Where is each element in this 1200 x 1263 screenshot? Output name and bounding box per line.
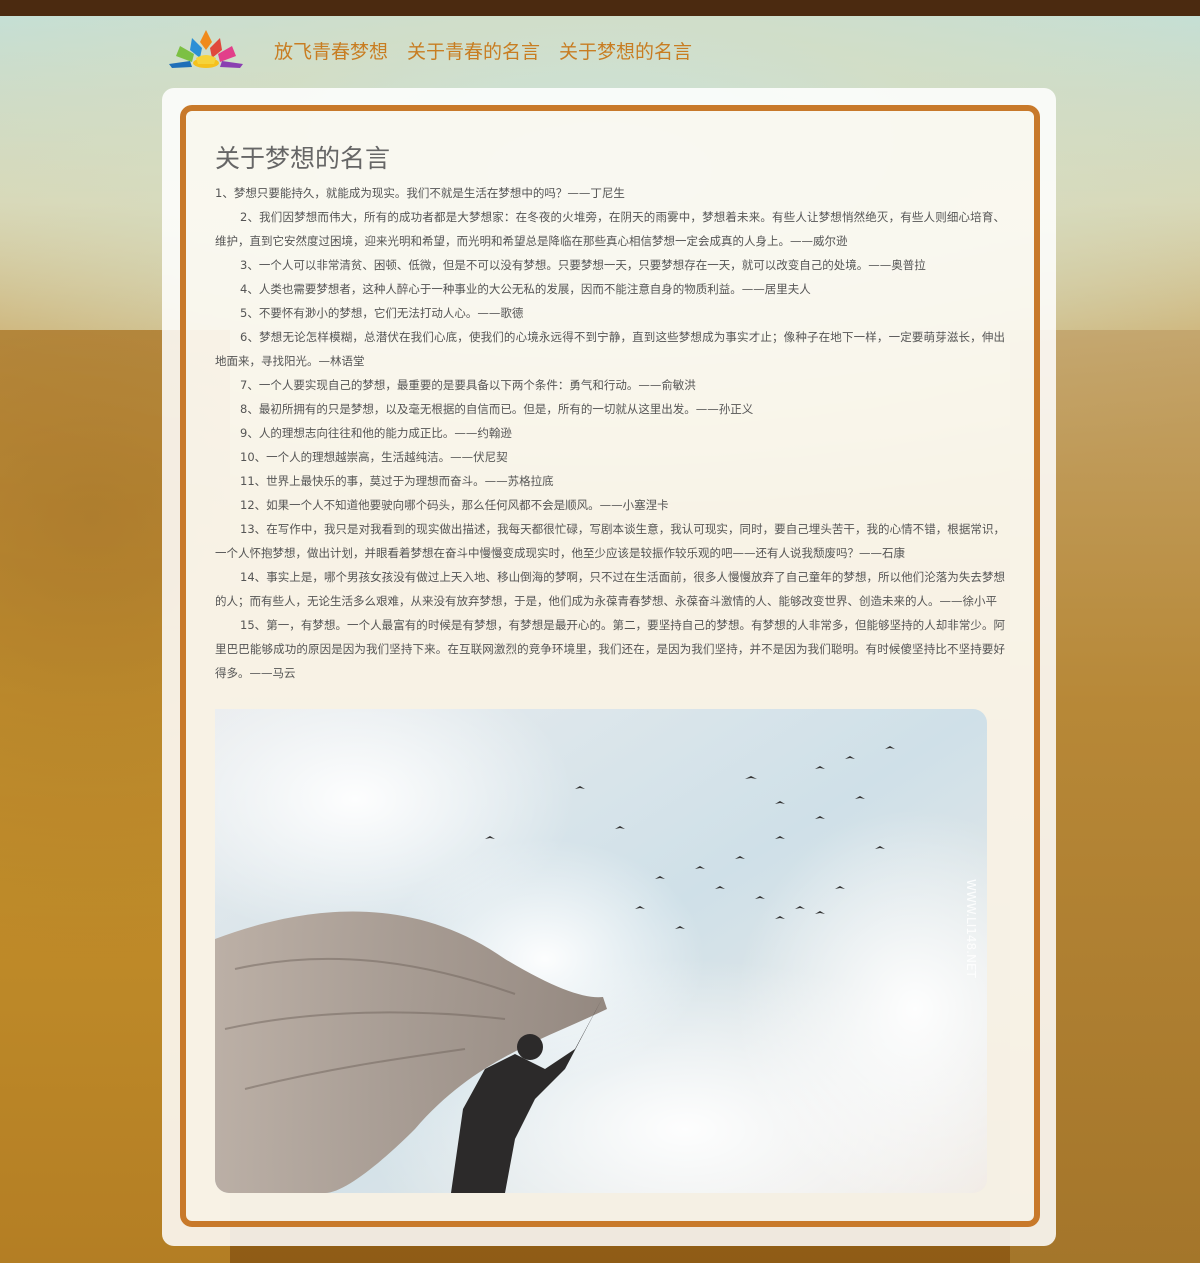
quote-paragraph: 2、我们因梦想而伟大，所有的成功者都是大梦想家：在冬夜的火堆旁，在阴天的雨雾中，…	[215, 210, 1005, 248]
quote-paragraph: 7、一个人要实现自己的梦想，最重要的是要具备以下两个条件：勇气和行动。——俞敏洪	[240, 378, 696, 392]
quote-paragraph: 3、一个人可以非常清贫、困顿、低微，但是不可以没有梦想。只要梦想一天，只要梦想存…	[240, 258, 926, 272]
quote-paragraph: 4、人类也需要梦想者，这种人醉心于一种事业的大公无私的发展，因而不能注意自身的物…	[240, 282, 811, 296]
page-title: 关于梦想的名言	[215, 144, 391, 173]
quote-paragraph: 14、事实上是，哪个男孩女孩没有做过上天入地、移山倒海的梦啊，只不过在生活面前，…	[215, 570, 1005, 608]
nav-link-dream-quotes[interactable]: 关于梦想的名言	[559, 37, 692, 64]
quote-paragraph: 1、梦想只要能持久，就能成为现实。我们不就是生活在梦想中的吗？——丁尼生	[215, 186, 625, 200]
content-panel: 关于梦想的名言 1、梦想只要能持久，就能成为现实。我们不就是生活在梦想中的吗？—…	[162, 88, 1056, 1246]
header-nav: 放飞青春梦想 关于青春的名言 关于梦想的名言	[166, 28, 711, 72]
quote-paragraph: 10、一个人的理想越崇高，生活越纯洁。——伏尼契	[240, 450, 508, 464]
top-bar	[0, 0, 1200, 16]
quote-paragraph: 9、人的理想志向往往和他的能力成正比。——约翰逊	[240, 426, 512, 440]
quote-paragraph: 8、最初所拥有的只是梦想，以及毫无根据的自信而已。但是，所有的一切就从这里出发。…	[240, 402, 754, 416]
nav-link-youth-dream[interactable]: 放飞青春梦想	[274, 37, 388, 64]
photo-watermark: WWW.LI148.NET	[964, 879, 978, 979]
article-frame: 关于梦想的名言 1、梦想只要能持久，就能成为现实。我们不就是生活在梦想中的吗？—…	[180, 105, 1040, 1227]
dream-photo-illustration: WWW.LI148.NET	[215, 709, 987, 1193]
lotus-logo-icon[interactable]	[166, 28, 246, 72]
quote-paragraph: 13、在写作中，我只是对我看到的现实做出描述，我每天都很忙碌，写剧本谈生意，我认…	[215, 522, 1005, 560]
quote-paragraph: 11、世界上最快乐的事，莫过于为理想而奋斗。——苏格拉底	[240, 474, 554, 488]
quote-paragraph: 5、不要怀有渺小的梦想，它们无法打动人心。——歌德	[240, 306, 524, 320]
nav-link-youth-quotes[interactable]: 关于青春的名言	[407, 37, 540, 64]
quote-paragraph: 6、梦想无论怎样模糊，总潜伏在我们心底，使我们的心境永远得不到宁静，直到这些梦想…	[215, 330, 1005, 368]
quote-paragraph: 15、第一，有梦想。一个人最富有的时候是有梦想，有梦想是最开心的。第二，要坚持自…	[215, 618, 1005, 680]
nav-links: 放飞青春梦想 关于青春的名言 关于梦想的名言	[274, 37, 711, 64]
quote-paragraph: 12、如果一个人不知道他要驶向哪个码头，那么任何风都不会是顺风。——小塞涅卡	[240, 498, 669, 512]
dream-photo: WWW.LI148.NET	[215, 709, 987, 1193]
article-body: 1、梦想只要能持久，就能成为现实。我们不就是生活在梦想中的吗？——丁尼生 2、我…	[215, 181, 1005, 685]
